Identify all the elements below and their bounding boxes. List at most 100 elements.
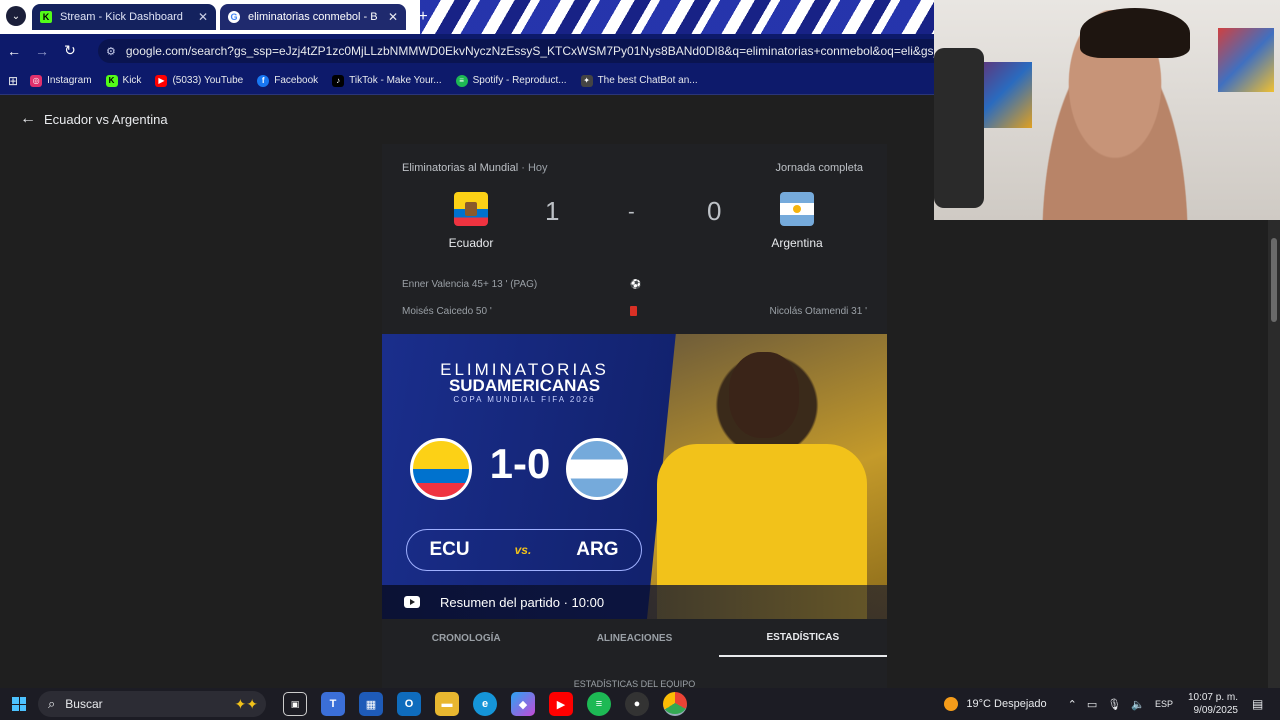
tab-title: eliminatorias conmebol - Busca <box>248 11 378 23</box>
browser-window: ⌄ K Stream - Kick Dashboard ✕ G eliminat… <box>0 0 934 689</box>
windows-taskbar: ⌕ Buscar ✦✦ ▣ T ▦ O ▬ e ◆ ▶ ≡ ● 19°C Des… <box>0 688 1280 720</box>
new-tab-button[interactable]: + <box>414 8 432 26</box>
youtube-icon: ▶ <box>155 74 168 87</box>
notifications-icon[interactable]: ▤ <box>1252 697 1272 711</box>
tab-title: Stream - Kick Dashboard <box>60 11 183 23</box>
close-icon[interactable]: ✕ <box>198 10 208 24</box>
store-icon[interactable]: ▦ <box>359 692 383 716</box>
bookmark-tiktok[interactable]: ♪ TikTok - Make Your... <box>332 74 442 87</box>
microphone-icon[interactable]: 🎙 <box>1107 698 1121 711</box>
arrow-left-icon: ← <box>20 110 36 127</box>
hero-line2: SUDAMERICANAS <box>448 376 601 395</box>
match-title: Ecuador vs Argentina <box>44 111 168 127</box>
spotify-icon[interactable]: ≡ <box>587 692 611 716</box>
tab-alineaciones[interactable]: ALINEACIONES <box>550 619 718 657</box>
file-explorer-icon[interactable]: ▬ <box>435 692 459 716</box>
ecuador-flag-icon <box>410 438 472 500</box>
bookmark-kick[interactable]: K Kick <box>105 74 141 87</box>
match-tabs: CRONOLOGÍA ALINEACIONES ESTADÍSTICAS <box>382 619 887 657</box>
away-code: ARG <box>576 539 619 560</box>
argentina-flag-icon <box>780 192 814 226</box>
bookmark-label: Facebook <box>274 75 319 86</box>
clock-time: 10:07 p. m. <box>1187 692 1238 703</box>
teams-icon[interactable]: T <box>321 692 345 716</box>
copilot-icon[interactable]: ◆ <box>511 692 535 716</box>
bookmark-label: TikTok - Make Your... <box>349 75 442 86</box>
volume-icon[interactable]: 🔈 <box>1131 698 1145 711</box>
hero-score: 1-0 <box>489 440 551 487</box>
google-icon: G <box>228 11 240 23</box>
close-icon[interactable]: ✕ <box>388 10 398 24</box>
taskbar-search[interactable]: ⌕ Buscar ✦✦ <box>38 691 266 717</box>
vs-label: vs. <box>514 543 532 557</box>
url-text: google.com/search?gs_ssp=eJzj4tZP1zc0MjL… <box>125 44 934 58</box>
bookmark-chatbot[interactable]: ✦ The best ChatBot an... <box>580 74 698 87</box>
scrollbar-thumb[interactable] <box>1271 238 1277 322</box>
streamer-hair <box>1080 8 1190 58</box>
away-team[interactable]: Argentina <box>737 192 857 250</box>
page-background-right <box>934 220 1280 688</box>
match-highlight-video[interactable]: ELIMINATORIAS SUDAMERICANAS COPA MUNDIAL… <box>382 334 887 619</box>
webcam-overlay <box>934 0 1280 220</box>
weather-text: 19°C Despejado <box>966 698 1047 710</box>
site-info-icon[interactable]: ⚙ <box>106 45 116 58</box>
ecuador-flag-icon <box>454 192 488 226</box>
match-back-button[interactable]: ← Ecuador vs Argentina <box>20 110 168 128</box>
bookmark-facebook[interactable]: f Facebook <box>257 74 319 87</box>
system-tray: 19°C Despejado ⌃ ▭ 🎙 🔈 ESP 10:07 p. m. 9… <box>944 691 1280 717</box>
match-card: Eliminatorias al Mundial · Hoy Jornada c… <box>382 144 887 689</box>
instagram-icon: ◎ <box>30 74 43 87</box>
score-separator: - <box>628 201 635 223</box>
forward-icon[interactable]: → <box>28 37 56 65</box>
edge-icon[interactable]: e <box>473 692 497 716</box>
tab-strip: ⌄ K Stream - Kick Dashboard ✕ G eliminat… <box>0 0 934 34</box>
bookmark-label: The best ChatBot an... <box>597 75 698 86</box>
away-card-event: Nicolás Otamendi 31 ' <box>769 306 867 317</box>
reload-icon[interactable]: ↻ <box>56 37 84 65</box>
hero-vs-box: ECU vs. ARG <box>406 529 642 571</box>
language-indicator[interactable]: ESP <box>1155 699 1173 709</box>
network-icon[interactable]: ▭ <box>1087 698 1097 711</box>
chrome-icon[interactable] <box>663 692 687 716</box>
chevron-up-icon[interactable]: ⌃ <box>1068 698 1077 711</box>
hero-line3: COPA MUNDIAL FIFA 2026 <box>453 395 596 404</box>
match-header: Eliminatorias al Mundial · Hoy Jornada c… <box>402 162 863 174</box>
summary-label: Resumen del partido · 10:00 <box>440 594 605 610</box>
tab-search-icon[interactable]: ⌄ <box>6 6 26 26</box>
facebook-icon: f <box>257 74 270 87</box>
outlook-icon[interactable]: O <box>397 692 421 716</box>
back-icon[interactable]: ← <box>0 37 28 65</box>
soccer-ball-icon: ⚽ <box>630 279 642 289</box>
tiktok-icon: ♪ <box>332 74 345 87</box>
bookmark-youtube[interactable]: ▶ (5033) YouTube <box>155 74 243 87</box>
home-score: 1 <box>545 196 560 226</box>
tab-cronologia[interactable]: CRONOLOGÍA <box>382 619 550 657</box>
tab-kick-dashboard[interactable]: K Stream - Kick Dashboard ✕ <box>32 4 216 30</box>
youtube-icon[interactable]: ▶ <box>549 692 573 716</box>
apps-icon[interactable]: ⊞ <box>8 74 18 88</box>
youtube-icon <box>404 596 420 608</box>
home-team[interactable]: Ecuador <box>411 192 531 250</box>
address-bar[interactable]: ⚙ google.com/search?gs_ssp=eJzj4tZP1zc0M… <box>98 39 934 63</box>
obs-icon[interactable]: ● <box>625 692 649 716</box>
home-team-name: Ecuador <box>448 236 494 250</box>
competition-name: Eliminatorias al Mundial <box>402 162 519 174</box>
windows-start-icon[interactable] <box>0 688 38 720</box>
page-scrollbar[interactable] <box>1268 220 1280 688</box>
tab-estadisticas[interactable]: ESTADÍSTICAS <box>718 619 887 657</box>
away-score: 0 <box>707 196 722 226</box>
clock[interactable]: 10:07 p. m. 9/09/2025 <box>1188 691 1238 717</box>
search-results-page: ← Ecuador vs Argentina Eliminatorias al … <box>0 96 934 689</box>
theme-decoration <box>420 0 934 34</box>
bookmark-spotify[interactable]: ≡ Spotify - Reproduct... <box>455 74 567 87</box>
tab-eliminatorias[interactable]: G eliminatorias conmebol - Busca ✕ <box>220 4 406 30</box>
video-summary-bar[interactable]: Resumen del partido · 10:00 <box>382 585 887 619</box>
bookmark-instagram[interactable]: ◎ Instagram <box>30 74 92 87</box>
clock-date: 9/09/2025 <box>1193 705 1239 716</box>
match-status: Jornada completa <box>775 162 863 174</box>
task-view-icon[interactable]: ▣ <box>283 692 307 716</box>
kick-icon: K <box>40 11 52 23</box>
pinned-apps: ▣ T ▦ O ▬ e ◆ ▶ ≡ ● <box>276 692 694 716</box>
weather-widget[interactable]: 19°C Despejado <box>944 697 1047 711</box>
home-card-event: Moisés Caicedo 50 ' <box>402 306 492 317</box>
